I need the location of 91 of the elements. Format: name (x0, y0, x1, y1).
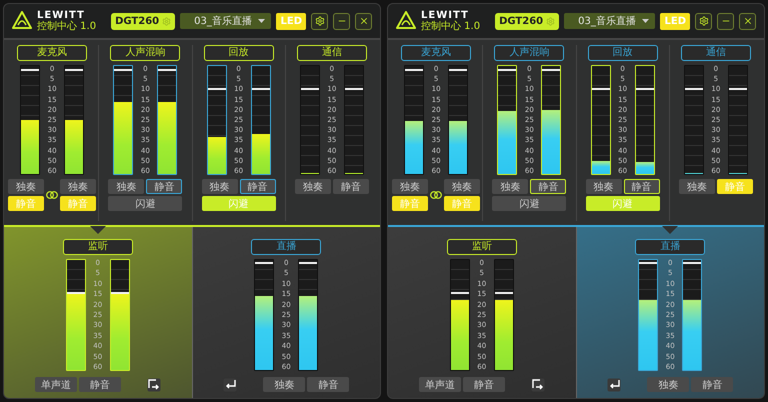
fader-handle[interactable] (450, 292, 469, 294)
minimize-button[interactable] (717, 12, 734, 30)
duck-button[interactable]: 闪避 (492, 196, 566, 211)
mute-button[interactable]: 静音 (240, 179, 276, 194)
output-title: 直播 (635, 239, 706, 255)
channel-title: 人声混响 (494, 45, 564, 61)
mute-button[interactable]: 静音 (146, 179, 182, 194)
fader-handle[interactable] (542, 69, 560, 72)
settings-icon (698, 16, 708, 26)
solo-button[interactable]: 独奏 (492, 179, 528, 194)
close-button[interactable] (739, 12, 756, 30)
solo-button[interactable]: 独奏 (678, 179, 715, 194)
channel-title: 通信 (296, 45, 367, 61)
fader-handle[interactable] (65, 69, 84, 72)
fader-handle[interactable] (683, 262, 702, 264)
channel-title: 人声混响 (110, 45, 180, 61)
close-icon (742, 16, 752, 26)
fader-handle[interactable] (494, 292, 513, 294)
caret-icon (258, 19, 266, 23)
settings-icon (314, 16, 324, 26)
fader-handle[interactable] (252, 88, 270, 90)
solo-button[interactable]: 独奏 (444, 179, 480, 194)
gear-icon (162, 16, 172, 26)
caret-icon (642, 19, 650, 23)
app-subtitle: 控制中心 1.0 (37, 21, 96, 32)
solo-button[interactable]: 独奏 (202, 179, 238, 194)
mute-button[interactable]: 静音 (624, 179, 660, 194)
close-button[interactable] (355, 12, 372, 30)
mute-button[interactable]: 静音 (462, 377, 505, 392)
fader-handle[interactable] (66, 292, 85, 294)
brand-name: LEWITT (421, 10, 470, 21)
fader-handle[interactable] (684, 88, 703, 90)
link-icon[interactable] (46, 190, 58, 200)
fader-handle[interactable] (405, 69, 424, 72)
fader-handle[interactable] (110, 292, 129, 294)
solo-button[interactable]: 独奏 (647, 377, 690, 392)
mute-button[interactable]: 静音 (530, 179, 566, 194)
mute-button[interactable]: 静音 (691, 377, 734, 392)
output-title: 监听 (62, 239, 133, 255)
fader-handle[interactable] (299, 262, 318, 264)
link-icon[interactable] (430, 190, 442, 200)
preset-dropdown[interactable]: 03_音乐直播 (180, 13, 272, 29)
fader-handle[interactable] (639, 262, 658, 264)
solo-button[interactable]: 独奏 (392, 179, 428, 194)
solo-button[interactable]: 独奏 (586, 179, 622, 194)
device-button[interactable]: DGT260 (495, 12, 560, 30)
fader-handle[interactable] (498, 69, 516, 72)
route-out-icon[interactable] (530, 378, 545, 392)
fader-handle[interactable] (592, 88, 610, 90)
device-button[interactable]: DGT260 (111, 12, 176, 30)
logo-icon (396, 11, 416, 31)
solo-button[interactable]: 独奏 (60, 179, 96, 194)
logo-icon (12, 11, 32, 31)
output-title: 监听 (446, 239, 517, 255)
route-out-icon[interactable] (146, 378, 161, 392)
mono-button[interactable]: 单声道 (34, 377, 77, 392)
brand-name: LEWITT (37, 10, 86, 21)
channel-title: 麦克风 (17, 45, 88, 61)
settings-button[interactable] (311, 12, 328, 30)
route-in-icon[interactable] (223, 378, 238, 392)
mono-button[interactable]: 单声道 (418, 377, 461, 392)
fader-handle[interactable] (344, 88, 363, 90)
mute-button[interactable]: 静音 (332, 179, 369, 194)
fader-handle[interactable] (255, 262, 274, 264)
fader-handle[interactable] (158, 69, 176, 72)
fader-handle[interactable] (300, 88, 319, 90)
mute-button[interactable]: 静音 (78, 377, 121, 392)
mute-button[interactable]: 静音 (307, 377, 350, 392)
solo-button[interactable]: 独奏 (294, 179, 331, 194)
channel-title: 回放 (588, 45, 658, 61)
fader-handle[interactable] (21, 69, 40, 72)
solo-button[interactable]: 独奏 (263, 377, 306, 392)
gear-icon (546, 16, 556, 26)
preset-dropdown[interactable]: 03_音乐直播 (564, 13, 656, 29)
fader-handle[interactable] (449, 69, 468, 72)
channel-title: 麦克风 (401, 45, 472, 61)
channel-title: 回放 (204, 45, 274, 61)
channel-title: 通信 (680, 45, 751, 61)
minimize-button[interactable] (333, 12, 350, 30)
close-icon (358, 16, 368, 26)
solo-button[interactable]: 独奏 (108, 179, 144, 194)
fader-handle[interactable] (636, 88, 654, 90)
fader-handle[interactable] (114, 69, 132, 72)
fader-handle[interactable] (728, 88, 747, 90)
duck-button[interactable]: 闪避 (108, 196, 182, 211)
fader-handle[interactable] (208, 88, 226, 90)
route-in-icon[interactable] (607, 378, 622, 392)
output-title: 直播 (251, 239, 322, 255)
solo-button[interactable]: 独奏 (8, 179, 44, 194)
settings-button[interactable] (695, 12, 712, 30)
app-subtitle: 控制中心 1.0 (421, 21, 480, 32)
